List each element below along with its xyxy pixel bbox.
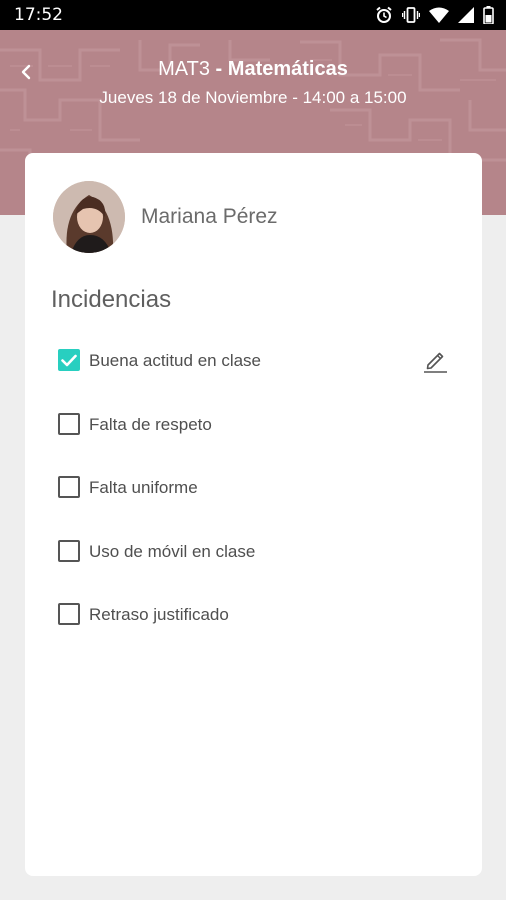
status-icons [375,6,494,24]
incident-label: Uso de móvil en clase [89,541,256,561]
battery-icon [483,6,494,24]
subject-name: Matemáticas [227,58,348,80]
incident-label: Falta de respeto [89,414,212,434]
list-item[interactable]: Retraso justificado [58,595,458,659]
incidents-title: Incidencias [51,286,172,313]
incident-checkbox[interactable] [58,349,80,371]
alarm-icon [375,6,393,24]
list-item[interactable]: Uso de móvil en clase [58,532,458,596]
list-item[interactable]: Buena actitud en clase [58,341,458,405]
incident-checkbox[interactable] [58,603,80,625]
status-bar: 17:52 [0,0,506,30]
student-name: Mariana Pérez [141,205,278,228]
status-time: 17:52 [14,5,63,25]
page-title: MAT3 - Matemáticas [0,58,506,81]
incident-checkbox[interactable] [58,412,80,435]
wifi-icon [429,7,449,23]
incident-list: Buena actitud en clase Falta de respeto … [58,341,458,659]
pencil-icon [424,352,447,373]
incident-label: Retraso justificado [89,605,229,624]
title-separator: - [210,58,228,80]
incident-label: Buena actitud en clase [89,351,262,370]
list-item[interactable]: Falta de respeto [58,405,458,469]
course-code: MAT3 [158,58,210,80]
signal-icon [458,7,474,23]
edit-button[interactable] [420,345,450,375]
incident-checkbox[interactable] [58,539,80,562]
incident-checkbox[interactable] [58,476,80,498]
list-item[interactable]: Falta uniforme [58,468,458,532]
check-icon [61,354,77,366]
student-card: Mariana Pérez Incidencias Buena actitud … [25,153,482,876]
class-schedule: Jueves 18 de Noviembre - 14:00 a 15:00 [99,88,407,107]
avatar [53,181,125,253]
incident-label: Falta uniforme [89,478,198,497]
vibrate-icon [402,6,420,24]
